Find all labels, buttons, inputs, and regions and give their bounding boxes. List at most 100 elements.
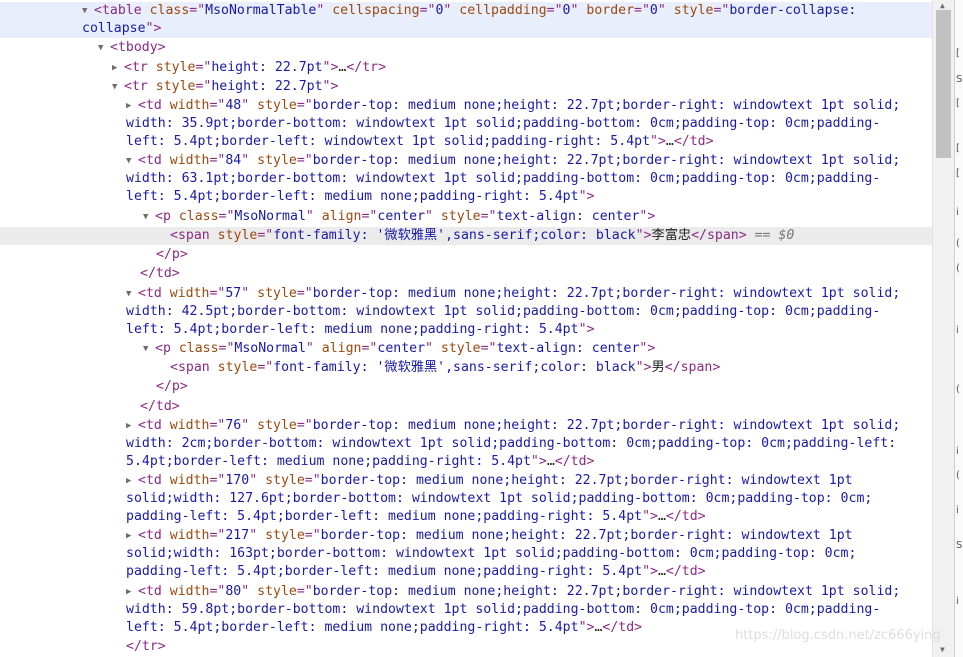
tree-token: border-top: medium none;height: 22.7pt;b…: [312, 584, 901, 599]
tree-line[interactable]: ▶ <td width="80" style="border-top: mediu…: [0, 583, 932, 601]
tree-token: class: [149, 3, 190, 18]
tree-token: ">: [145, 21, 162, 36]
expanded-triangle-icon[interactable]: ▼: [126, 290, 134, 299]
tree-token: <tr: [124, 79, 156, 94]
side-pane-fragment: (: [956, 384, 960, 395]
tree-token: =": [209, 418, 226, 433]
tree-line[interactable]: left: 5.4pt;border-left: windowtext 1pt …: [0, 133, 932, 151]
side-pane-fragment: (: [956, 470, 960, 481]
tree-token: MsoNormal: [234, 341, 306, 356]
tree-token: <td: [138, 98, 170, 113]
tree-token: ": [241, 286, 258, 301]
tree-token: </span>: [691, 228, 747, 243]
tree-token: <td: [138, 286, 170, 301]
tree-line[interactable]: padding-left: 5.4pt;border-left: medium …: [0, 508, 932, 526]
tree-token: ": [425, 341, 441, 356]
tree-token: style: [265, 528, 305, 543]
tree-token: <td: [138, 473, 170, 488]
tree-line[interactable]: padding-left: 5.4pt;border-left: medium …: [0, 563, 932, 581]
tree-token: ">: [322, 79, 339, 94]
tree-token: …: [657, 564, 666, 579]
tree-token: ": [305, 341, 322, 356]
tree-token: text-align: center: [496, 341, 640, 356]
tree-line[interactable]: <span style="font-family: '微软雅黑',sans-se…: [0, 359, 932, 377]
tree-line[interactable]: ▼ <p class="MsoNormal" align="center" sty…: [0, 208, 932, 226]
tree-line[interactable]: </p>: [0, 378, 932, 396]
tree-token: =": [713, 3, 730, 18]
tree-token: =": [296, 98, 313, 113]
collapsed-triangle-icon[interactable]: ▶: [112, 64, 120, 73]
side-pane-fragment: i: [956, 207, 959, 218]
selected-tree-node[interactable]: <span style="font-family: '微软雅黑',sans-se…: [0, 227, 932, 246]
expanded-triangle-icon[interactable]: ▼: [82, 7, 90, 16]
tree-token: 76: [225, 418, 242, 433]
side-pane-fragment: i: [956, 505, 959, 516]
tree-token: <td: [138, 584, 170, 599]
collapsed-triangle-icon[interactable]: ▶: [126, 588, 134, 597]
tree-token: ">: [650, 134, 666, 149]
tree-token: ">: [642, 509, 658, 524]
tree-line[interactable]: collapse">: [0, 20, 932, 39]
tree-line[interactable]: left: 5.4pt;border-left: medium none;pad…: [0, 188, 932, 206]
tree-token: width: [169, 528, 210, 543]
tree-token: =": [296, 286, 313, 301]
tree-line[interactable]: ▼ <tbody>: [0, 39, 932, 57]
expanded-triangle-icon[interactable]: ▼: [143, 213, 151, 222]
vertical-scrollbar[interactable]: ▲ ▼: [932, 0, 955, 657]
tree-line[interactable]: ▶ <td width="217" style="border-top: medi…: [0, 527, 932, 545]
collapsed-triangle-icon[interactable]: ▶: [126, 422, 134, 431]
collapsed-triangle-icon[interactable]: ▶: [126, 532, 134, 541]
styles-side-pane[interactable]: [S [[[i ((i (i (i Si: [954, 0, 963, 657]
tree-line[interactable]: ▼ <td width="57" style="border-top: mediu…: [0, 285, 932, 303]
tree-line[interactable]: 5.4pt;border-left: medium none;padding-r…: [0, 453, 932, 471]
tree-token: border-top: medium none;height: 22.7pt;b…: [312, 98, 901, 113]
expanded-triangle-icon[interactable]: ▼: [143, 345, 151, 354]
expanded-triangle-icon[interactable]: ▼: [98, 44, 106, 53]
tree-line[interactable]: width: 2cm;border-bottom: windowtext 1pt…: [0, 435, 932, 453]
tree-line[interactable]: solid;width: 127.6pt;border-bottom: wind…: [0, 490, 932, 508]
tree-token: width: 35.9pt;border-bottom: windowtext …: [126, 116, 881, 131]
tree-line[interactable]: ▶ <td width="170" style="border-top: medi…: [0, 472, 932, 490]
tree-token: </td>: [140, 266, 180, 281]
expanded-triangle-icon[interactable]: ▼: [126, 157, 134, 166]
side-pane-fragment: i: [956, 446, 959, 457]
tree-token: style: [440, 209, 481, 224]
tree-token: </span>: [664, 360, 721, 375]
tree-token: left: 5.4pt;border-left: medium none;pad…: [126, 620, 579, 635]
tree-line[interactable]: ▼ <tr style="height: 22.7pt">: [0, 78, 932, 96]
tree-token: =": [209, 584, 226, 599]
tree-token: padding-left: 5.4pt;border-left: medium …: [126, 509, 643, 524]
tree-token: height: 22.7pt: [211, 79, 323, 94]
tree-token: =": [296, 153, 313, 168]
tree-line[interactable]: </td>: [0, 265, 932, 283]
tree-line[interactable]: ▶ <td width="76" style="border-top: mediu…: [0, 417, 932, 435]
tree-token: </td>: [602, 620, 643, 635]
tree-token: ">: [578, 620, 595, 635]
tree-line[interactable]: width: 59.8pt;border-bottom: windowtext …: [0, 601, 932, 619]
scroll-up-arrow-icon[interactable]: ▲: [940, 1, 945, 10]
watermark: https://blog.csdn.net/zc666ying: [735, 628, 941, 643]
tree-token: </td>: [554, 454, 595, 469]
scroll-down-arrow-icon[interactable]: ▼: [940, 645, 945, 654]
tree-line[interactable]: ▶ <tr style="height: 22.7pt">…</tr>: [0, 59, 932, 77]
tree-line[interactable]: ▼ <p class="MsoNormal" align="center" sty…: [0, 340, 932, 358]
collapsed-triangle-icon[interactable]: ▶: [126, 477, 134, 486]
tree-token: 李富忠: [651, 228, 692, 243]
tree-line[interactable]: </p>: [0, 246, 932, 264]
tree-token: </td>: [665, 509, 706, 524]
tree-line[interactable]: ▼ <td width="84" style="border-top: mediu…: [0, 152, 932, 170]
tree-line[interactable]: ▶ <td width="48" style="border-top: mediu…: [0, 97, 932, 115]
tree-line[interactable]: width: 35.9pt;border-bottom: windowtext …: [0, 115, 932, 133]
tree-line[interactable]: solid;width: 163pt;border-bottom: window…: [0, 545, 932, 563]
tree-line[interactable]: ▼ <table class="MsoNormalTable" cellspaci…: [0, 2, 932, 21]
tree-line[interactable]: width: 42.5pt;border-bottom: windowtext …: [0, 303, 932, 321]
tree-line[interactable]: left: 5.4pt;border-left: medium none;pad…: [0, 321, 932, 339]
collapsed-triangle-icon[interactable]: ▶: [126, 102, 134, 111]
side-pane-fragment: (: [956, 238, 960, 249]
side-pane-fragment: (: [956, 263, 960, 274]
tree-line[interactable]: width: 63.1pt;border-bottom: windowtext …: [0, 170, 932, 188]
tree-line[interactable]: </td>: [0, 398, 932, 416]
expanded-triangle-icon[interactable]: ▼: [112, 83, 120, 92]
tree-token: ">: [578, 322, 595, 337]
scrollbar-thumb[interactable]: [936, 10, 951, 158]
